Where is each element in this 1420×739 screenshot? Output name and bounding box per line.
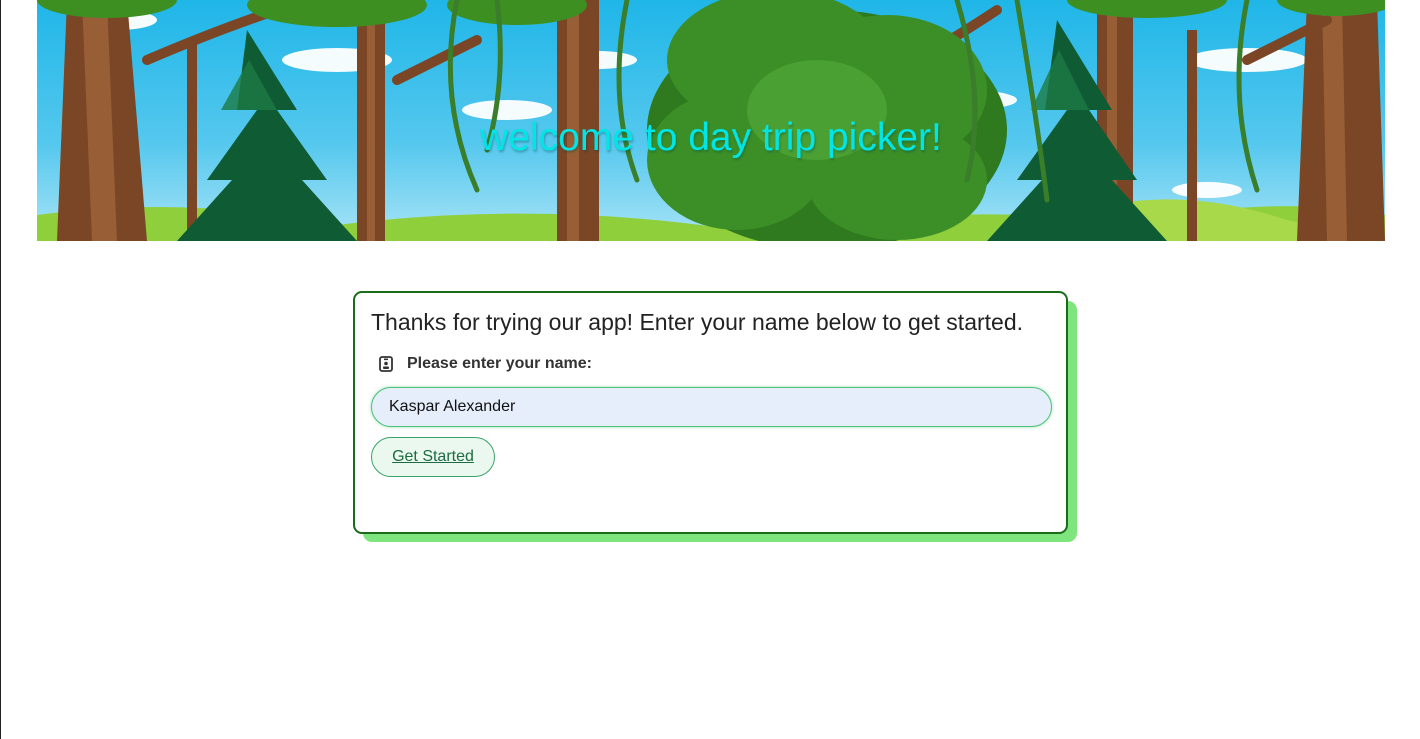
name-label-row: Please enter your name:: [379, 355, 592, 373]
name-input[interactable]: [371, 387, 1052, 427]
page: welcome to day trip picker! Thanks for t…: [0, 0, 1420, 739]
page-title: welcome to day trip picker!: [480, 116, 942, 159]
intro-text: Thanks for trying our app! Enter your na…: [371, 309, 1024, 335]
id-badge-icon: [379, 356, 393, 372]
name-label: Please enter your name:: [407, 355, 592, 372]
forest-banner: welcome to day trip picker!: [37, 0, 1385, 241]
name-entry-card: Thanks for trying our app! Enter your na…: [353, 291, 1068, 534]
get-started-button[interactable]: Get Started: [371, 437, 495, 477]
window-edge: [0, 0, 1, 739]
